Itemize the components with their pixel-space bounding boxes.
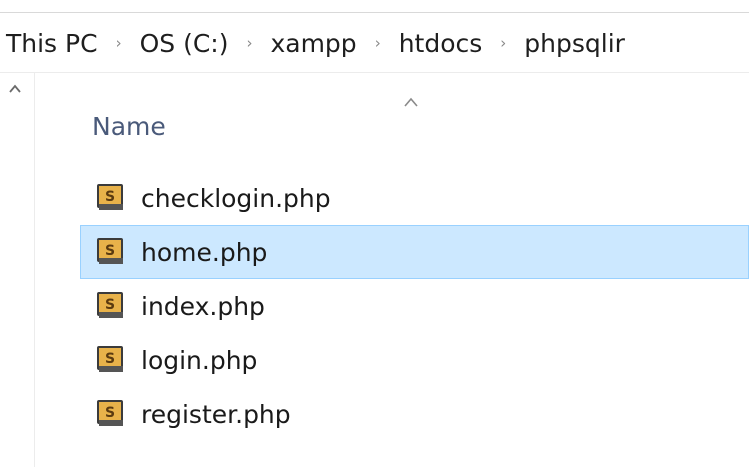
file-name[interactable]: login.php: [141, 346, 257, 375]
php-file-icon: S: [97, 292, 123, 318]
chevron-right-icon[interactable]: ›: [106, 34, 132, 52]
chevron-right-icon[interactable]: ›: [490, 34, 516, 52]
svg-text:S: S: [105, 351, 115, 367]
svg-text:S: S: [105, 405, 115, 421]
file-row-register[interactable]: S register.php: [80, 387, 749, 441]
file-list: S checklogin.php S home.php S index.php: [80, 171, 749, 441]
php-file-icon: S: [97, 184, 123, 210]
chevron-right-icon[interactable]: ›: [365, 34, 391, 52]
file-row-login[interactable]: S login.php: [80, 333, 749, 387]
file-name[interactable]: checklogin.php: [141, 184, 331, 213]
file-name[interactable]: index.php: [141, 292, 265, 321]
breadcrumb-item-phpsqlir[interactable]: phpsqlir: [516, 29, 633, 58]
window-top-border: [0, 12, 749, 13]
svg-text:S: S: [105, 189, 115, 205]
breadcrumb-item-os-c[interactable]: OS (C:): [132, 29, 237, 58]
chevron-right-icon[interactable]: ›: [236, 34, 262, 52]
file-name[interactable]: register.php: [141, 400, 291, 429]
breadcrumb-item-this-pc[interactable]: This PC: [0, 29, 106, 58]
php-file-icon: S: [97, 238, 123, 264]
php-file-icon: S: [97, 346, 123, 372]
file-row-index[interactable]: S index.php: [80, 279, 749, 333]
navigation-pane[interactable]: [0, 73, 35, 467]
svg-text:S: S: [105, 243, 115, 259]
php-file-icon: S: [97, 400, 123, 426]
file-explorer-window: This PC › OS (C:) › xampp › htdocs › php…: [0, 0, 749, 467]
address-bar-divider: [0, 72, 749, 73]
breadcrumb-item-xampp[interactable]: xampp: [262, 29, 364, 58]
column-header-name[interactable]: Name: [80, 96, 749, 156]
file-row-checklogin[interactable]: S checklogin.php: [80, 171, 749, 225]
scroll-up-icon[interactable]: [8, 83, 22, 95]
svg-text:S: S: [105, 297, 115, 313]
sort-ascending-icon: [404, 97, 418, 107]
file-row-home[interactable]: S home.php: [80, 225, 749, 279]
breadcrumb-item-htdocs[interactable]: htdocs: [391, 29, 491, 58]
file-name[interactable]: home.php: [141, 238, 267, 267]
breadcrumb[interactable]: This PC › OS (C:) › xampp › htdocs › php…: [0, 14, 749, 72]
column-header-label[interactable]: Name: [92, 112, 166, 141]
